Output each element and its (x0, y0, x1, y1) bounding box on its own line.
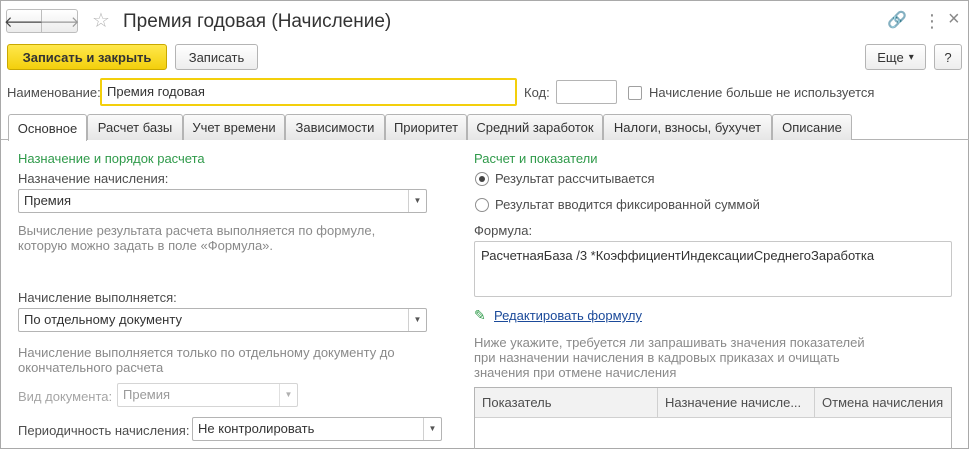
more-button[interactable]: Еще ▾ (865, 44, 926, 70)
form-window: 🡐 🡒 ☆ Премия годовая (Начисление) 🔗 ⋮ × … (0, 0, 969, 449)
navigation-buttons: 🡐 🡒 (3, 9, 80, 33)
back-button[interactable]: 🡐 (3, 9, 45, 33)
exec-hint-line-2: окончательного расчета (18, 360, 164, 375)
forward-button[interactable]: 🡒 (39, 9, 80, 33)
indicators-hint-line-1: Ниже укажите, требуется ли запрашивать з… (474, 335, 865, 350)
column-header-assignment[interactable]: Назначение начисле... (658, 388, 815, 418)
formula-textarea[interactable]: РасчетнаяБаза /3 *КоэффициентИндексацииС… (474, 241, 952, 297)
column-header-indicator[interactable]: Показатель (475, 388, 658, 418)
name-input[interactable]: Премия годовая (100, 78, 517, 106)
dropdown-arrow-icon[interactable]: ▼ (408, 190, 426, 212)
purpose-section-title: Назначение и порядок расчета (18, 151, 205, 166)
name-label: Наименование: (7, 85, 101, 100)
indicators-table-header: Показатель Назначение начисле... Отмена … (475, 388, 951, 418)
save-button[interactable]: Записать (175, 44, 258, 70)
more-button-label: Еще (877, 49, 904, 65)
form-title: Премия годовая (Начисление) (123, 11, 392, 32)
period-label: Периодичность начисления: (18, 423, 190, 438)
column-header-cancellation[interactable]: Отмена начисления (815, 388, 951, 418)
exec-select[interactable]: По отдельному документу ▼ (18, 308, 427, 332)
tab-priority[interactable]: Приоритет (385, 114, 467, 140)
tab-average-earnings[interactable]: Средний заработок (467, 114, 603, 140)
chevron-down-icon: ▾ (908, 51, 914, 63)
purpose-hint-line-1: Вычисление результата расчета выполняетс… (18, 223, 376, 238)
save-and-close-button[interactable]: Записать и закрыть (7, 44, 167, 70)
period-select[interactable]: Не контролировать ▼ (192, 417, 442, 441)
indicators-hint-line-2: при назначении начисления в кадровых при… (474, 350, 840, 365)
code-input[interactable] (556, 80, 617, 104)
tab-taxes-accounting[interactable]: Налоги, взносы, бухучет (603, 114, 772, 140)
calc-section-title: Расчет и показатели (474, 151, 598, 166)
indicators-table: Показатель Назначение начисле... Отмена … (474, 387, 952, 449)
tab-bar: Основное Расчет базы Учет времени Зависи… (1, 114, 969, 141)
code-label: Код: (524, 85, 550, 100)
exec-label: Начисление выполняется: (18, 290, 177, 305)
doc-type-label: Вид документа: (18, 389, 113, 404)
arrow-right-icon: 🡒 (39, 13, 80, 31)
dropdown-arrow-icon[interactable]: ▼ (408, 309, 426, 331)
help-button[interactable]: ? (934, 44, 962, 70)
radio-fixed-amount-label: Результат вводится фиксированной суммой (495, 197, 760, 212)
edit-formula-link[interactable]: Редактировать формулу (494, 308, 642, 323)
tab-base-calculation[interactable]: Расчет базы (87, 114, 183, 140)
close-icon[interactable]: × (948, 9, 960, 29)
arrow-left-icon: 🡐 (3, 13, 45, 31)
unused-checkbox[interactable] (628, 86, 642, 100)
purpose-label: Назначение начисления: (18, 171, 169, 186)
tab-description[interactable]: Описание (772, 114, 852, 140)
indicators-hint: Ниже укажите, требуется ли запрашивать з… (474, 335, 865, 380)
radio-calculated[interactable] (475, 172, 489, 186)
doc-type-select: Премия ▼ (117, 383, 298, 407)
tab-dependencies[interactable]: Зависимости (285, 114, 385, 140)
purpose-hint-line-2: которую можно задать в поле «Формула». (18, 238, 274, 253)
radio-fixed-amount[interactable] (475, 198, 489, 212)
exec-hint-line-1: Начисление выполняется только по отдельн… (18, 345, 395, 360)
pencil-icon: ✎ (474, 307, 486, 323)
purpose-hint: Вычисление результата расчета выполняетс… (18, 223, 375, 253)
tab-main[interactable]: Основное (8, 114, 87, 141)
tab-time-accounting[interactable]: Учет времени (183, 114, 285, 140)
period-select-value: Не контролировать (198, 421, 315, 436)
exec-hint: Начисление выполняется только по отдельн… (18, 345, 395, 375)
purpose-select[interactable]: Премия ▼ (18, 189, 427, 213)
unused-checkbox-label: Начисление больше не используется (649, 85, 875, 100)
link-icon[interactable]: 🔗 (887, 11, 907, 31)
doc-type-select-value: Премия (123, 387, 171, 402)
formula-label: Формула: (474, 223, 533, 238)
radio-calculated-label: Результат рассчитывается (495, 171, 655, 186)
purpose-select-value: Премия (24, 193, 72, 208)
more-actions-icon[interactable]: ⋮ (923, 11, 941, 31)
favorite-star-icon[interactable]: ☆ (92, 9, 110, 33)
indicators-hint-line-3: значения при отмене начисления (474, 365, 677, 380)
exec-select-value: По отдельному документу (24, 312, 182, 327)
dropdown-arrow-icon: ▼ (279, 384, 297, 406)
dropdown-arrow-icon[interactable]: ▼ (423, 418, 441, 440)
